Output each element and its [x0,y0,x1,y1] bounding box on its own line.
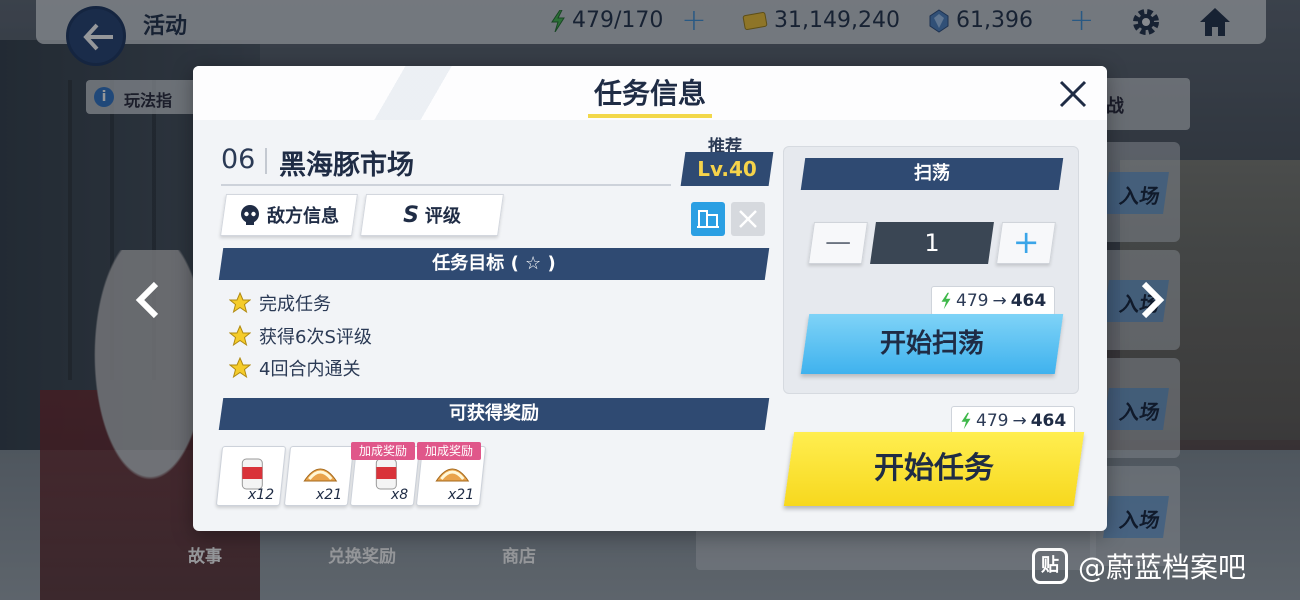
rank-label: 评级 [424,206,461,227]
recommended-level-badge: Lv.40 [680,152,774,186]
bonus-reward-tag: 加成奖励 [351,442,415,460]
sweep-count-field[interactable]: 1 [870,222,994,264]
objective-text: 获得6次S评级 [259,327,372,348]
reward-quantity: x21 [447,487,475,503]
start-mission-label: 开始任务 [874,451,994,486]
reward-item[interactable]: x21 [283,446,355,506]
rank-s-icon: S [403,202,419,228]
watermark: 贴 @蔚蓝档案吧 [1032,546,1246,586]
sweep-plus-button[interactable]: + [996,222,1056,264]
dialog-title: 任务信息 [593,77,706,110]
objectives-header: 任务目标 ( ☆ ) [218,248,770,280]
objectives-header-label: 任务目标 ( ☆ ) [432,253,556,274]
minus-icon: — [825,227,852,257]
building-icon-button[interactable] [691,202,725,236]
disabled-button [731,202,765,236]
start-cost-to: 464 [1030,411,1067,431]
rewards-header: 可获得奖励 [218,398,770,430]
objective-text: 4回合内通关 [259,359,361,380]
watermark-text: @蔚蓝档案吧 [1078,551,1247,584]
sweep-minus-button[interactable]: — [808,222,868,264]
watermark-logo: 贴 [1032,548,1068,584]
plus-icon: + [1012,223,1040,261]
next-stage-arrow-icon[interactable] [1138,280,1168,320]
reward-quantity: x12 [247,487,275,503]
stage-number: 06 [221,144,256,175]
start-cost-from: 479 [976,411,1009,431]
bonus-reward-tag: 加成奖励 [417,442,481,460]
sweep-header-label: 扫荡 [914,163,950,184]
arrow-icon: → [992,291,1007,311]
bolt-icon [941,292,951,310]
star-icon [229,292,251,314]
stage-divider [221,184,671,186]
start-sweep-button[interactable]: 开始扫荡 [800,314,1064,374]
sweep-cost-to: 464 [1010,291,1047,311]
cross-icon [739,210,757,228]
enemy-skull-icon [241,205,259,225]
sweep-header: 扫荡 [800,158,1064,190]
prev-stage-arrow-icon[interactable] [132,280,162,320]
star-icon [229,357,251,379]
arrow-icon: → [1012,411,1027,431]
sweep-cost-from: 479 [956,291,989,311]
objective-item: 获得6次S评级 [229,323,372,349]
close-icon[interactable] [1055,76,1091,112]
sweep-count: 1 [924,229,940,257]
reward-quantity: x8 [390,487,409,503]
enemy-info-button[interactable]: 敌方信息 [220,194,358,236]
title-underline [588,114,712,118]
stage-separator [265,148,267,174]
enemy-info-label: 敌方信息 [267,206,339,227]
objective-item: 4回合内通关 [229,355,360,381]
star-icon [229,325,251,347]
start-sweep-label: 开始扫荡 [879,329,984,359]
rank-button[interactable]: S 评级 [360,194,504,236]
rewards-header-label: 可获得奖励 [449,403,539,424]
building-icon [697,210,719,228]
start-mission-button[interactable]: 开始任务 [783,432,1085,506]
sweep-cost-bubble: 479 → 464 [931,286,1056,323]
recommended-level: Lv.40 [697,157,757,181]
objective-text: 完成任务 [259,294,331,315]
reward-item[interactable]: x12 [215,446,287,506]
stage-name: 黑海豚市场 [279,150,414,181]
bolt-icon [961,412,971,430]
reward-quantity: x21 [315,487,343,503]
mission-info-dialog: 任务信息 06 黑海豚市场 推荐 Lv.40 敌方信息 S 评级 任务目标 (… [193,66,1107,531]
objective-item: 完成任务 [229,290,331,316]
